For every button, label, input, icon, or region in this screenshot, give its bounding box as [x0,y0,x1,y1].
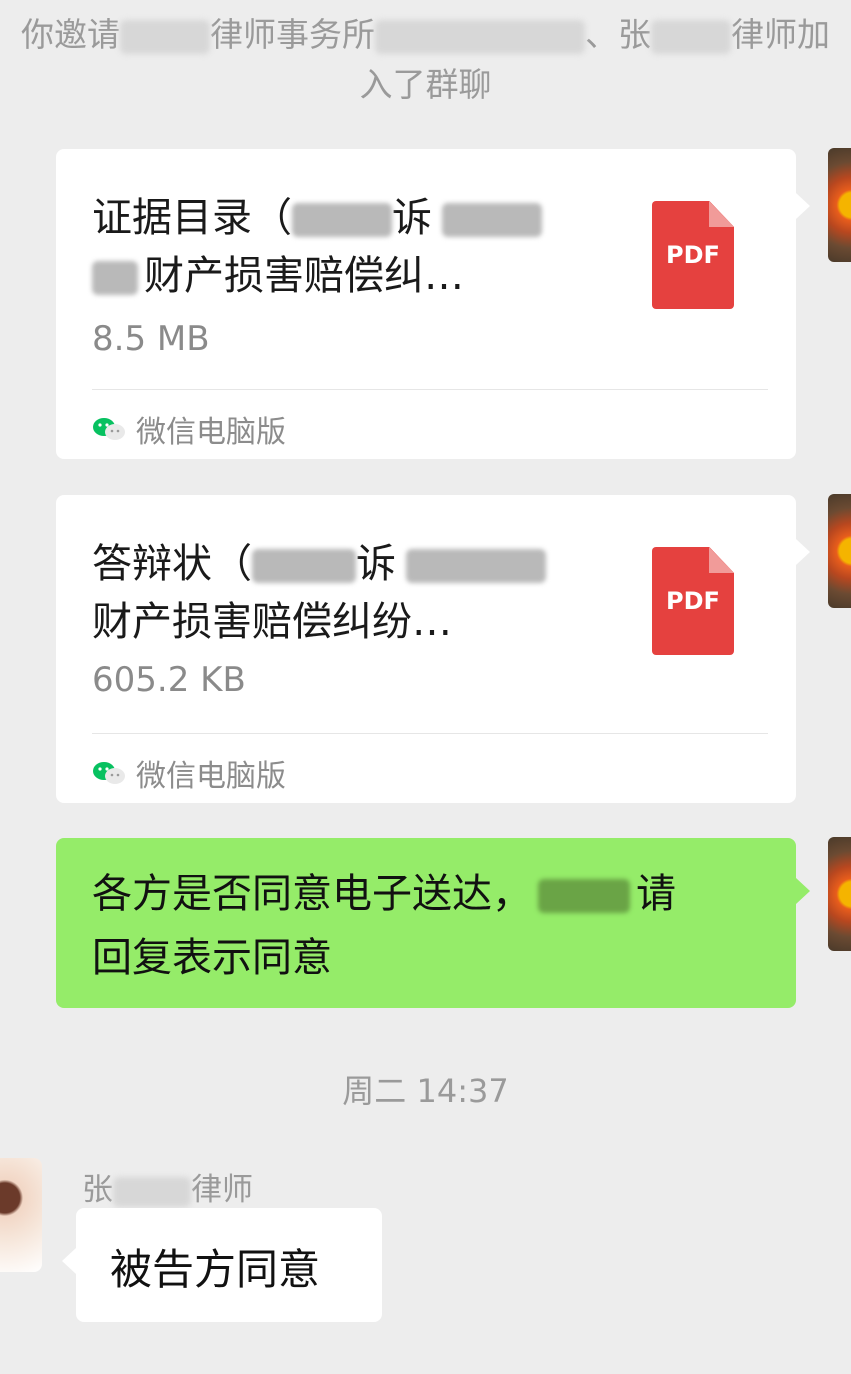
divider [92,733,768,734]
bubble-tail [796,539,810,565]
file-title: 证据目录（诉 财产损害赔偿纠… [92,189,612,305]
redacted-text [406,549,546,583]
incoming-message-bubble[interactable]: 被告方同意 [62,1208,382,1322]
file-source: 微信电脑版 [92,407,286,451]
bubble-tail [796,878,810,904]
file-size: 8.5 MB [92,319,210,359]
file-size: 605.2 KB [92,660,246,700]
file-title: 答辩状（诉 财产损害赔偿纠纷… [92,535,612,651]
bubble-tail [62,1248,76,1274]
file-message-card[interactable]: 证据目录（诉 财产损害赔偿纠… 8.5 MB PDF 微信电脑版 [56,149,810,459]
source-label: 微信电脑版 [136,759,286,794]
my-avatar[interactable] [828,148,851,262]
system-text: 律师事务所 [210,15,375,54]
bubble-tail [796,193,810,219]
sender-name: 张律师 [82,1172,253,1208]
redacted-text [292,203,392,237]
source-label: 微信电脑版 [136,415,286,450]
redacted-name [120,19,210,54]
file-message-card[interactable]: 答辩状（诉 财产损害赔偿纠纷… 605.2 KB PDF 微信电脑版 [56,495,810,803]
redacted-name [651,19,731,54]
divider [92,389,768,390]
redacted-text [92,261,138,295]
redacted-name [375,19,585,54]
wechat-icon [93,418,125,440]
redacted-name [113,1176,191,1207]
message-text: 被告方同意 [110,1245,321,1294]
wechat-icon [93,762,125,784]
file-source: 微信电脑版 [92,751,286,795]
redacted-text [252,549,356,583]
my-avatar[interactable] [828,494,851,608]
system-text: 你邀请 [21,15,120,54]
outgoing-message-bubble[interactable]: 各方是否同意电子送达，请 回复表示同意 [56,838,810,1008]
chat-timestamp: 周二 14:37 [342,1072,509,1110]
message-text: 各方是否同意电子送达，请 回复表示同意 [92,871,676,981]
redacted-text [538,879,630,913]
my-avatar[interactable] [828,837,851,951]
redacted-text [442,203,542,237]
system-message-line1: 你邀请 律师事务所 、张 律师加 [0,8,851,56]
system-text: 、张 [585,15,651,54]
system-message-line2: 入了群聊 [359,65,492,104]
sender-avatar[interactable] [0,1158,42,1272]
system-text: 律师加 [731,15,830,54]
